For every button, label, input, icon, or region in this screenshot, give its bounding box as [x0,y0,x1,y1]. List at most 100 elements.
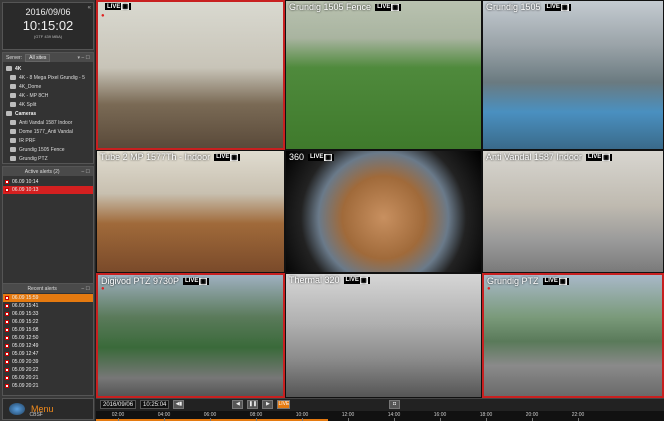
camera-tile[interactable]: Grundig PTZ LIVE ▣ ● [482,273,664,398]
server-tree-item[interactable]: 4K - MP 8CH [6,91,90,100]
camera-name: Digivod PTZ 9730P [101,276,180,286]
server-tree-item[interactable]: Grundig PTZ [6,154,90,163]
camera-tile[interactable]: Grundig 1505 LIVE ▣ [482,0,664,150]
camera-tile[interactable]: Thermal 320 LIVE ▣ [285,273,482,398]
server-tree-label: Cameras [15,110,37,117]
camera-tile-header: Digivod PTZ 9730P LIVE ▣ [101,276,210,286]
camera-tile[interactable]: Grundig 1505 Fence LIVE ▣ [285,0,482,150]
alert-checkbox[interactable] [5,360,9,364]
alert-row[interactable]: 06.09 15:59 [3,294,93,302]
server-tree-item[interactable]: 4K [6,64,90,73]
alert-row[interactable]: 06.09 10:14 [3,178,93,186]
alert-checkbox[interactable] [5,384,9,388]
alert-time: 05.09 20:39 [12,359,39,365]
alert-checkbox[interactable] [5,304,9,308]
alert-row[interactable]: 05.09 20:21 [3,374,93,382]
alert-checkbox[interactable] [5,188,9,192]
alert-row[interactable]: 05.09 12:49 [3,342,93,350]
timeline-ruler[interactable]: 02:00 04:00 06:00 08:00 10:00 12:00 14:00 16:00… [96,411,664,421]
live-button[interactable]: LIVE [277,400,291,409]
pause-button[interactable]: ❚❚ [247,400,259,409]
alert-time: 05.09 15:08 [12,327,39,333]
server-tree-item[interactable]: 4K_Dome [6,82,90,91]
alert-checkbox[interactable] [5,328,9,332]
live-badge-icon: ▣ [121,3,130,10]
live-badge-text: LIVE [310,154,324,160]
recent-alerts-list: 06.09 15:59 06.09 15:41 06.09 15:33 06.09 1… [3,293,93,390]
collapse-icon[interactable]: « [88,5,91,11]
alert-checkbox[interactable] [5,296,9,300]
camera-tile-header: Grundig PTZ LIVE ▣ [487,276,569,286]
alert-row[interactable]: 06.09 15:33 [3,310,93,318]
live-badge-text: LIVE [185,278,199,284]
timeline-time-field[interactable]: 10:25:04 [140,400,170,409]
camera-tile[interactable]: 360 LIVE ▣ [285,150,482,273]
camera-name: Anti Vandal 1587 Indoor [486,152,582,162]
alert-row[interactable]: 05.09 20:21 [3,382,93,390]
camera-tile[interactable]: Tube 2 MP 1577Th - Indoor LIVE ▣ [96,150,285,273]
panel-controls-icon[interactable]: – ☐ [81,286,90,292]
video-grid: LIVE ▣ ● Grundig 1505 Fence LIVE ▣ Grundig 150… [96,0,664,398]
recent-alerts-panel: Recent alerts – ☐ 06.09 15:59 06.09 15:41… [2,283,94,396]
camera-tile[interactable]: LIVE ▣ ● [96,0,285,150]
active-alerts-list: 06.09 10:14 06.09 10:13 [3,176,93,194]
alert-checkbox[interactable] [5,320,9,324]
play-button[interactable]: ▶ [262,400,274,409]
alert-row[interactable]: 05.09 15:08 [3,326,93,334]
live-badge-icon: ▣ [558,277,567,285]
camera-tile[interactable]: Digivod PTZ 9730P LIVE ▣ ● [96,273,285,398]
camera-icon [10,93,16,98]
server-tree-item[interactable]: Anti Vandal 1587 Indoor [6,118,90,127]
alert-row[interactable]: 05.09 20:39 [3,358,93,366]
step-back-button[interactable]: ◀▮ [173,400,185,409]
camera-icon [10,102,16,107]
server-tree-label: Grundig 1505 Fence [19,146,65,153]
alert-checkbox[interactable] [5,344,9,348]
alert-time: 05.09 12:50 [12,335,39,341]
live-badge-icon: ▣ [359,276,368,284]
alert-row[interactable]: 06.09 15:41 [3,302,93,310]
alert-row[interactable]: 05.09 12:50 [3,334,93,342]
menu-sub: CBSF [29,412,43,418]
alert-row[interactable]: 05.09 12:47 [3,350,93,358]
camera-name: Grundig 1505 [486,2,541,12]
camera-tile-header: 360 LIVE ▣ [289,152,335,162]
server-select[interactable]: All sites [25,53,51,62]
alert-row[interactable]: 06.09 15:22 [3,318,93,326]
active-alerts-panel: Active alerts (2) – ☐ 06.09 10:14 06.09 1… [2,166,94,286]
recent-alerts-title: Recent alerts [27,285,57,292]
alert-time: 06.09 10:13 [12,187,39,193]
menu-button[interactable]: Menu CBSF [2,398,94,420]
camera-tile[interactable]: Anti Vandal 1587 Indoor LIVE ▣ [482,150,664,273]
server-tree-item[interactable]: 4K - 8 Mega Pixel Grundig - 5 [6,73,90,82]
server-tree-item[interactable]: Grundig 1505 Fence [6,145,90,154]
server-tree-item[interactable]: Cameras [6,109,90,118]
server-tree-label: 4K Split [19,101,37,108]
alert-time: 05.09 12:47 [12,351,39,357]
camera-tile-header: Thermal 320 LIVE ▣ [289,275,370,285]
live-badge-icon: ▣ [324,153,333,161]
camera-tile-header: LIVE ▣ [101,3,132,10]
panel-controls-icon[interactable]: – ☐ [81,169,90,175]
alert-row[interactable]: 06.09 10:13 [3,186,93,194]
timeline-date-field[interactable]: 2016/09/06 [100,400,137,409]
camera-name: Grundig PTZ [487,276,539,286]
alert-checkbox[interactable] [5,352,9,356]
alert-row[interactable]: 05.09 20:22 [3,366,93,374]
alert-checkbox[interactable] [5,180,9,184]
rewind-button[interactable]: ◀ [232,400,244,409]
alert-checkbox[interactable] [5,336,9,340]
server-tree-item[interactable]: 4K Split [6,100,90,109]
alert-checkbox[interactable] [5,376,9,380]
snapshot-icon[interactable]: ◘ [389,400,400,409]
alert-checkbox[interactable] [5,368,9,372]
alert-checkbox[interactable] [5,312,9,316]
camera-icon [10,147,16,152]
server-tree-item[interactable]: IR PRF [6,136,90,145]
server-tree-item[interactable]: Dome 1577_Anti Vandal [6,127,90,136]
camera-tile-header: Tube 2 MP 1577Th - Indoor LIVE ▣ [100,152,241,162]
server-tree: 4K 4K - 8 Mega Pixel Grundig - 5 4K_Dome 4K… [3,62,93,165]
live-badge-icon: ▣ [391,3,400,11]
panel-controls-icon[interactable]: ▾ – ☐ [77,55,90,61]
alert-time: 05.09 20:21 [12,383,39,389]
